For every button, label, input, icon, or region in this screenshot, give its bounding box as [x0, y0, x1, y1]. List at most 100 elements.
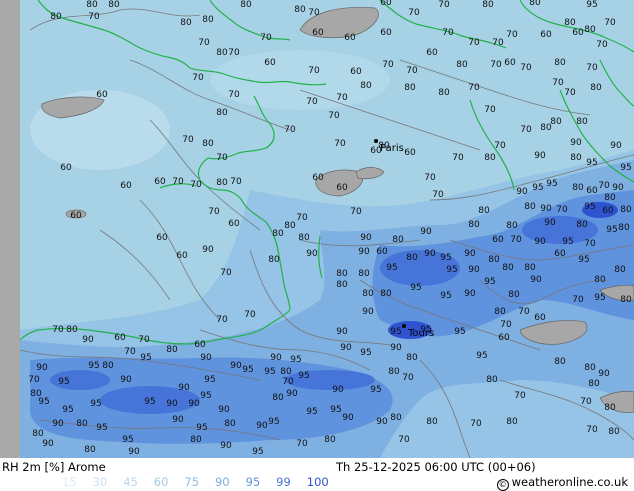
contour-label: 80: [390, 413, 402, 423]
contour-label: 80: [482, 0, 494, 10]
contour-label: 60: [312, 173, 324, 183]
credit[interactable]: ©weatheronline.co.uk: [497, 475, 628, 489]
contour-label: 90: [218, 405, 230, 415]
contour-label: 60: [114, 333, 126, 343]
legend-value: 100: [307, 475, 338, 489]
contour-label: 70: [598, 181, 610, 191]
contour-label: 80: [76, 419, 88, 429]
contour-label: 95: [200, 391, 211, 401]
contour-label: 80: [202, 139, 214, 149]
contour-label: 95: [584, 202, 595, 212]
contour-label: 80: [604, 403, 616, 413]
contour-label: 95: [204, 375, 215, 385]
contour-label: 80: [86, 0, 98, 10]
contour-label: 90: [390, 343, 402, 353]
contour-label: 90: [270, 353, 282, 363]
contour-label: 95: [38, 397, 49, 407]
contour-label: 70: [28, 375, 40, 385]
contour-label: 80: [406, 353, 418, 363]
contour-label: 70: [190, 180, 202, 190]
contour-label: 80: [216, 108, 228, 118]
contour-label: 90: [202, 245, 214, 255]
variable-label: RH 2m [%]: [2, 460, 64, 474]
contour-label: 70: [260, 33, 272, 43]
contour-label: 70: [88, 12, 100, 22]
contour-label: 90: [166, 399, 178, 409]
contour-label: 95: [578, 255, 589, 265]
contour-label: 60: [534, 313, 546, 323]
legend-value: 99: [276, 475, 307, 489]
contour-label: 80: [604, 193, 616, 203]
contour-label: 80: [620, 205, 632, 215]
contour-label: 95: [476, 351, 487, 361]
legend-value: 90: [215, 475, 246, 489]
contour-label: 70: [520, 125, 532, 135]
contour-label: 70: [182, 135, 194, 145]
contour-label: 70: [52, 325, 64, 335]
contour-label: 80: [540, 123, 552, 133]
contour-label: 70: [216, 153, 228, 163]
contour-label: 70: [230, 177, 242, 187]
contour-label: 95: [410, 283, 421, 293]
contour-label: 70: [572, 295, 584, 305]
contour-label: 80: [32, 429, 44, 439]
contour-label: 80: [272, 393, 284, 403]
contour-label: 80: [336, 269, 348, 279]
contour-label: 95: [562, 237, 573, 247]
contour-label: 80: [392, 235, 404, 245]
contour-label: 80: [280, 367, 292, 377]
contour-label: 70: [198, 38, 210, 48]
contour-label: 60: [228, 219, 240, 229]
contour-label: 90: [420, 227, 432, 237]
contour-label: 95: [446, 265, 457, 275]
contour-label: 95: [140, 353, 151, 363]
contour-label: 80: [570, 153, 582, 163]
contour-label: 90: [332, 385, 344, 395]
contour-label: 60: [96, 90, 108, 100]
contour-label: 70: [328, 111, 340, 121]
contour-label: 80: [608, 427, 620, 437]
contour-label: 70: [432, 190, 444, 200]
contour-label: 90: [36, 363, 48, 373]
contour-label: 80: [84, 445, 96, 455]
legend-value: 95: [246, 475, 277, 489]
contour-label: 80: [456, 60, 468, 70]
contour-label: 90: [188, 399, 200, 409]
contour-label: 70: [596, 40, 608, 50]
contour-label: 80: [550, 117, 562, 127]
contour-label: 80: [336, 280, 348, 290]
contour-label: 80: [66, 325, 78, 335]
contour-label: 60: [154, 177, 166, 187]
contour-label: 80: [554, 357, 566, 367]
contour-label: 80: [380, 289, 392, 299]
contour-label: 70: [586, 425, 598, 435]
contour-label: 70: [604, 18, 616, 28]
contour-label: 90: [424, 249, 436, 259]
contour-label: 90: [358, 247, 370, 257]
contour-label: 95: [144, 397, 155, 407]
contour-label: 90: [464, 249, 476, 259]
contour-label: 80: [268, 255, 280, 265]
contour-label: 70: [220, 268, 232, 278]
map-footer: RH 2m [%] Arome Th 25-12-2025 06:00 UTC …: [0, 458, 634, 490]
contour-label: 70: [492, 38, 504, 48]
contour-label: 95: [440, 291, 451, 301]
contour-label: 70: [408, 8, 420, 18]
contour-label: 90: [172, 415, 184, 425]
valid-time: Th 25-12-2025 06:00 UTC (00+06): [336, 460, 536, 474]
contour-label: 80: [202, 15, 214, 25]
contour-label: 80: [594, 275, 606, 285]
contour-label: 70: [518, 307, 530, 317]
contour-label: 60: [312, 28, 324, 38]
contour-label: 60: [426, 48, 438, 58]
copyright-icon: ©: [497, 479, 509, 491]
contour-label: 80: [564, 18, 576, 28]
contour-label: 80: [529, 0, 541, 8]
contour-label: 95: [606, 225, 617, 235]
contour-label: 60: [264, 58, 276, 68]
contour-label: 90: [360, 233, 372, 243]
contour-label: 80: [166, 345, 178, 355]
contour-label: 80: [620, 295, 632, 305]
contour-label: 95: [62, 405, 73, 415]
contour-label: 60: [60, 163, 72, 173]
